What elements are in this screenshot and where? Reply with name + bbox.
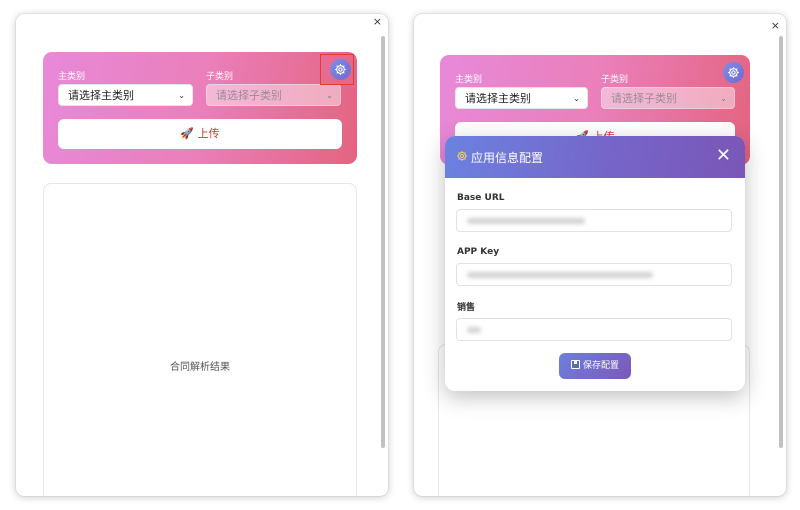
base-url-label: Base URL [457,193,505,203]
scrollbar[interactable] [779,36,783,448]
main-category-label: 主类别 [58,72,86,82]
scrollbar[interactable] [381,36,385,448]
sub-category-label: 子类别 [601,75,629,85]
redacted-value [467,218,585,224]
gear-icon [457,151,467,161]
settings-button[interactable] [723,62,744,83]
base-url-input[interactable] [456,209,732,232]
close-icon[interactable]: ✕ [716,145,731,166]
redacted-value [467,327,481,333]
main-category-select[interactable]: 请选择主类别 ⌄ [58,84,193,106]
main-category-label: 主类别 [455,75,483,85]
sub-category-value: 请选择子类别 [611,92,677,105]
left-app-window: × 主类别 请选择主类别 ⌄ 子类别 请选择子类别 ⌄ 🚀 上传 合同解析结果 [16,14,388,496]
chevron-down-icon: ⌄ [573,94,580,103]
modal-title: 应用信息配置 [471,151,544,165]
sub-category-value: 请选择子类别 [216,89,282,102]
gear-icon [728,67,739,78]
close-icon[interactable]: × [771,19,780,33]
main-category-value: 请选择主类别 [465,92,531,105]
result-placeholder: 合同解析结果 [170,362,230,373]
redacted-value [467,272,653,278]
save-config-button[interactable]: 保存配置 [559,353,631,379]
chevron-down-icon: ⌄ [720,94,727,103]
sub-category-label: 子类别 [206,72,234,82]
main-category-select[interactable]: 请选择主类别 ⌄ [455,87,588,109]
highlight-box [320,54,354,85]
sales-label: 销售 [457,303,476,313]
config-modal: 应用信息配置 ✕ Base URL APP Key 销售 保存配置 [445,136,745,391]
app-key-input[interactable] [456,263,732,286]
main-category-value: 请选择主类别 [68,89,134,102]
result-panel: 合同解析结果 [43,183,357,496]
sales-input[interactable] [456,318,732,341]
chevron-down-icon: ⌄ [178,91,185,100]
right-app-window: × 主类别 请选择主类别 ⌄ 子类别 请选择子类别 ⌄ 🚀 上传 [414,14,786,496]
modal-header: 应用信息配置 ✕ [445,136,745,178]
upload-button[interactable]: 🚀 上传 [58,119,342,149]
floppy-disk-icon [570,360,580,369]
sub-category-select[interactable]: 请选择子类别 ⌄ [601,87,735,109]
upload-panel: 主类别 请选择主类别 ⌄ 子类别 请选择子类别 ⌄ 🚀 上传 [43,52,357,164]
close-icon[interactable]: × [373,15,382,29]
app-key-label: APP Key [457,247,500,257]
save-config-label: 保存配置 [582,361,619,371]
chevron-down-icon: ⌄ [326,91,333,100]
sub-category-select[interactable]: 请选择子类别 ⌄ [206,84,341,106]
